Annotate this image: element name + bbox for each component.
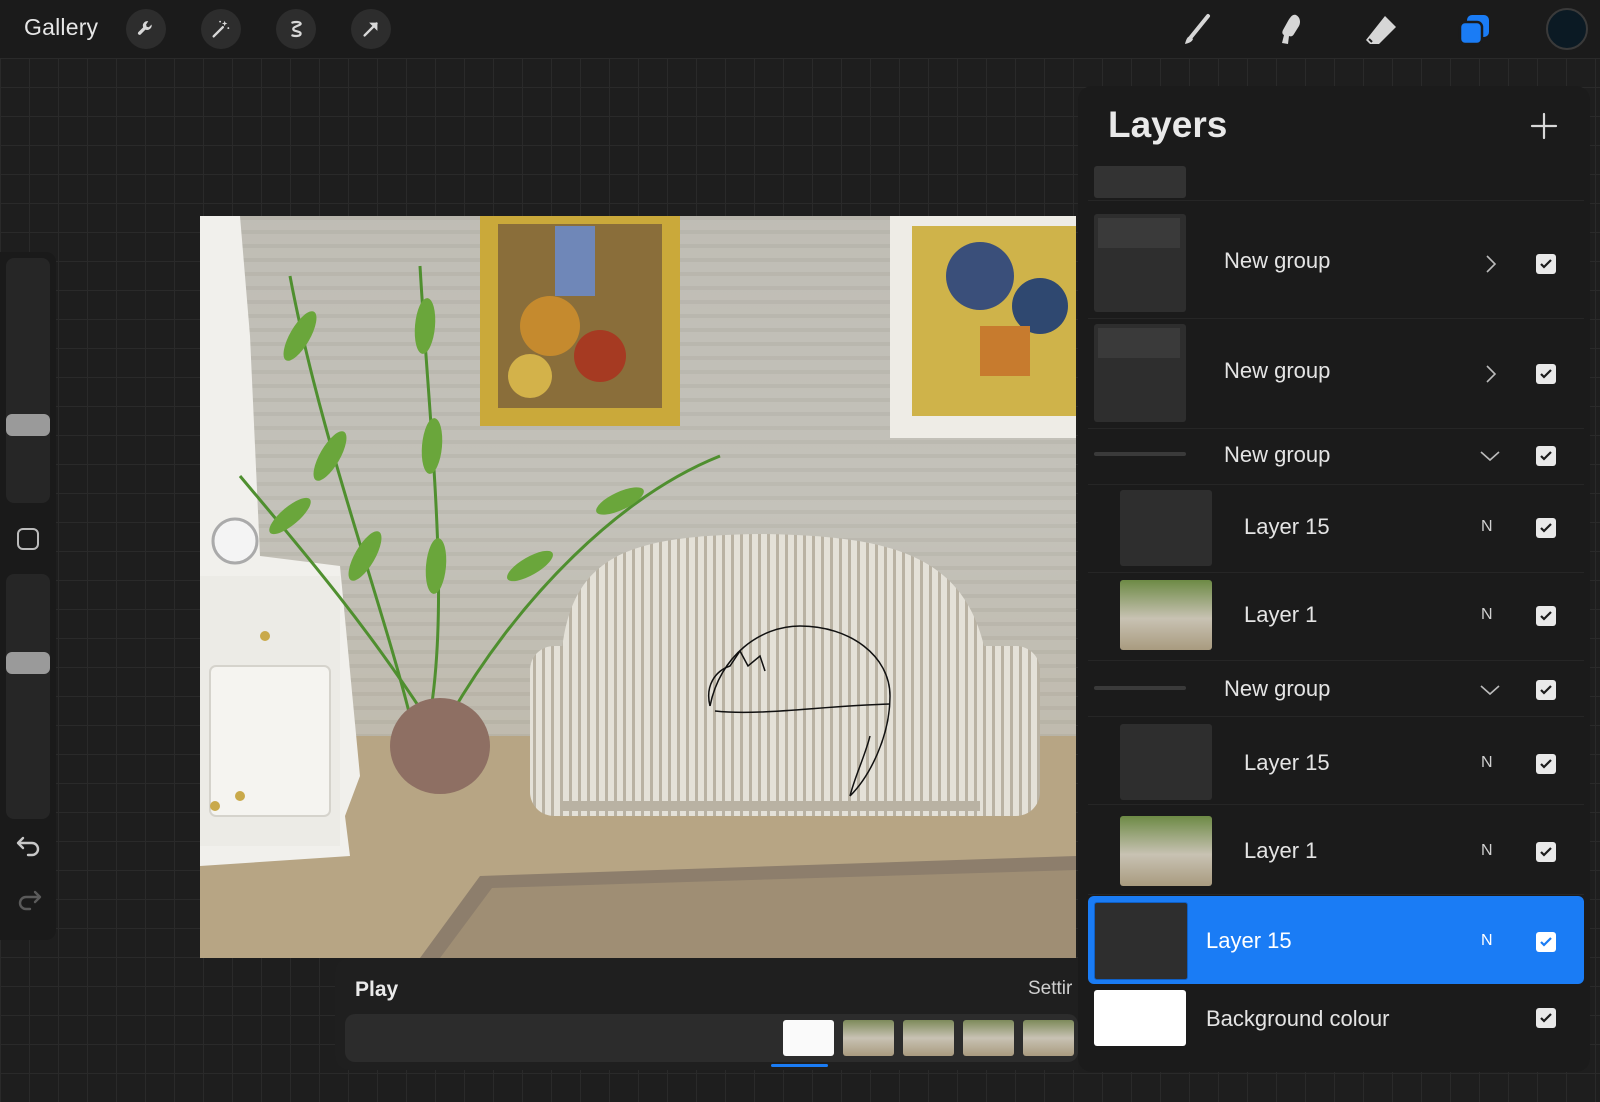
add-layer-icon[interactable] <box>1524 106 1564 146</box>
modify-button[interactable] <box>17 528 39 550</box>
visibility-checkbox[interactable] <box>1536 754 1556 774</box>
play-button[interactable]: Play <box>355 978 398 1002</box>
brush-icon[interactable] <box>1178 10 1218 50</box>
layer-row-group[interactable]: New group <box>1088 210 1584 319</box>
layers-title: Layers <box>1108 104 1228 145</box>
chevron-right-icon[interactable] <box>1478 362 1502 386</box>
left-sidebar <box>0 252 56 940</box>
group-thumbnail <box>1094 214 1186 312</box>
chevron-right-icon[interactable] <box>1478 252 1502 276</box>
layer-row-background[interactable]: Background colour <box>1088 986 1584 1056</box>
layer-thumbnail <box>1120 490 1212 566</box>
layer-thumbnail <box>1120 580 1212 650</box>
animation-settings-button[interactable]: Settir <box>1028 978 1072 1000</box>
blend-mode-button[interactable]: N <box>1481 932 1493 950</box>
layer-row[interactable]: Layer 15 N <box>1088 486 1584 573</box>
layers-icon[interactable] <box>1454 10 1494 50</box>
layer-row[interactable]: Layer 1 N <box>1088 806 1584 895</box>
layer-thumbnail <box>1094 902 1188 980</box>
frame-thumbnail[interactable] <box>843 1020 894 1056</box>
layer-name: New group <box>1224 442 1331 467</box>
group-thumbnail <box>1094 324 1186 422</box>
group-collapsed-bar <box>1094 686 1186 690</box>
visibility-checkbox[interactable] <box>1536 1008 1556 1028</box>
layer-row[interactable]: Layer 15 N <box>1088 718 1584 805</box>
layer-row-selected[interactable]: Layer 15 N <box>1088 896 1584 984</box>
layer-thumbnail <box>1120 724 1212 800</box>
selected-frame-indicator <box>771 1064 828 1067</box>
blend-mode-button[interactable]: N <box>1481 842 1493 860</box>
brush-size-slider-thumb[interactable] <box>6 414 50 437</box>
brush-size-slider[interactable] <box>6 258 50 503</box>
eraser-icon[interactable] <box>1362 10 1402 50</box>
frame-thumbnail[interactable] <box>903 1020 954 1056</box>
chevron-down-icon[interactable] <box>1478 444 1502 468</box>
layer-thumbnail <box>1120 816 1212 886</box>
group-collapsed-bar <box>1094 452 1186 456</box>
frame-thumbnail[interactable] <box>783 1020 834 1056</box>
canvas-artwork <box>200 216 1076 958</box>
frame-thumbnail[interactable] <box>963 1020 1014 1056</box>
blend-mode-button[interactable]: N <box>1481 754 1493 772</box>
frames-timeline[interactable] <box>345 1014 1078 1062</box>
visibility-checkbox[interactable] <box>1536 518 1556 538</box>
opacity-slider-thumb[interactable] <box>6 652 50 675</box>
layer-name: Layer 15 <box>1244 750 1330 775</box>
layer-name: New group <box>1224 248 1331 273</box>
blend-mode-button[interactable]: N <box>1481 606 1493 624</box>
layer-name: New group <box>1224 676 1331 701</box>
transform-arrow-icon[interactable] <box>351 9 391 49</box>
layer-name: Layer 15 <box>1206 928 1292 953</box>
visibility-checkbox[interactable] <box>1536 842 1556 862</box>
wrench-icon[interactable] <box>126 9 166 49</box>
visibility-checkbox[interactable] <box>1536 606 1556 626</box>
layer-thumbnail <box>1094 166 1186 198</box>
visibility-checkbox[interactable] <box>1536 364 1556 384</box>
magic-wand-icon[interactable] <box>201 9 241 49</box>
color-picker-swatch[interactable] <box>1546 8 1588 50</box>
drawing-canvas[interactable] <box>200 216 1076 958</box>
visibility-checkbox[interactable] <box>1536 446 1556 466</box>
layer-row-group[interactable]: New group <box>1088 430 1584 485</box>
top-toolbar: Gallery <box>0 0 1600 58</box>
blend-mode-button[interactable]: N <box>1481 518 1493 536</box>
frame-thumbnail[interactable] <box>1023 1020 1074 1056</box>
visibility-checkbox[interactable] <box>1536 932 1556 952</box>
animation-assist-bar: Play Settir <box>335 958 1078 1070</box>
chevron-down-icon[interactable] <box>1478 678 1502 702</box>
opacity-slider[interactable] <box>6 574 50 819</box>
layer-name: New group <box>1224 358 1331 383</box>
visibility-checkbox[interactable] <box>1536 254 1556 274</box>
selection-icon[interactable] <box>276 9 316 49</box>
smudge-icon[interactable] <box>1270 10 1310 50</box>
layer-row-group[interactable]: New group <box>1088 662 1584 717</box>
visibility-checkbox[interactable] <box>1536 680 1556 700</box>
layer-row[interactable]: Layer 1 N <box>1088 574 1584 661</box>
layer-row-partial[interactable] <box>1088 166 1584 201</box>
layer-name: Layer 1 <box>1244 602 1318 627</box>
layer-name: Layer 1 <box>1244 838 1318 863</box>
undo-icon[interactable] <box>14 830 44 860</box>
layer-name: Background colour <box>1206 1006 1390 1031</box>
redo-icon[interactable] <box>14 884 44 914</box>
background-color-thumbnail[interactable] <box>1094 990 1186 1046</box>
gallery-button[interactable]: Gallery <box>24 14 98 41</box>
layer-row-group[interactable]: New group <box>1088 320 1584 429</box>
layers-panel: Layers New group New group New group Lay… <box>1078 86 1590 1072</box>
layer-name: Layer 15 <box>1244 514 1330 539</box>
